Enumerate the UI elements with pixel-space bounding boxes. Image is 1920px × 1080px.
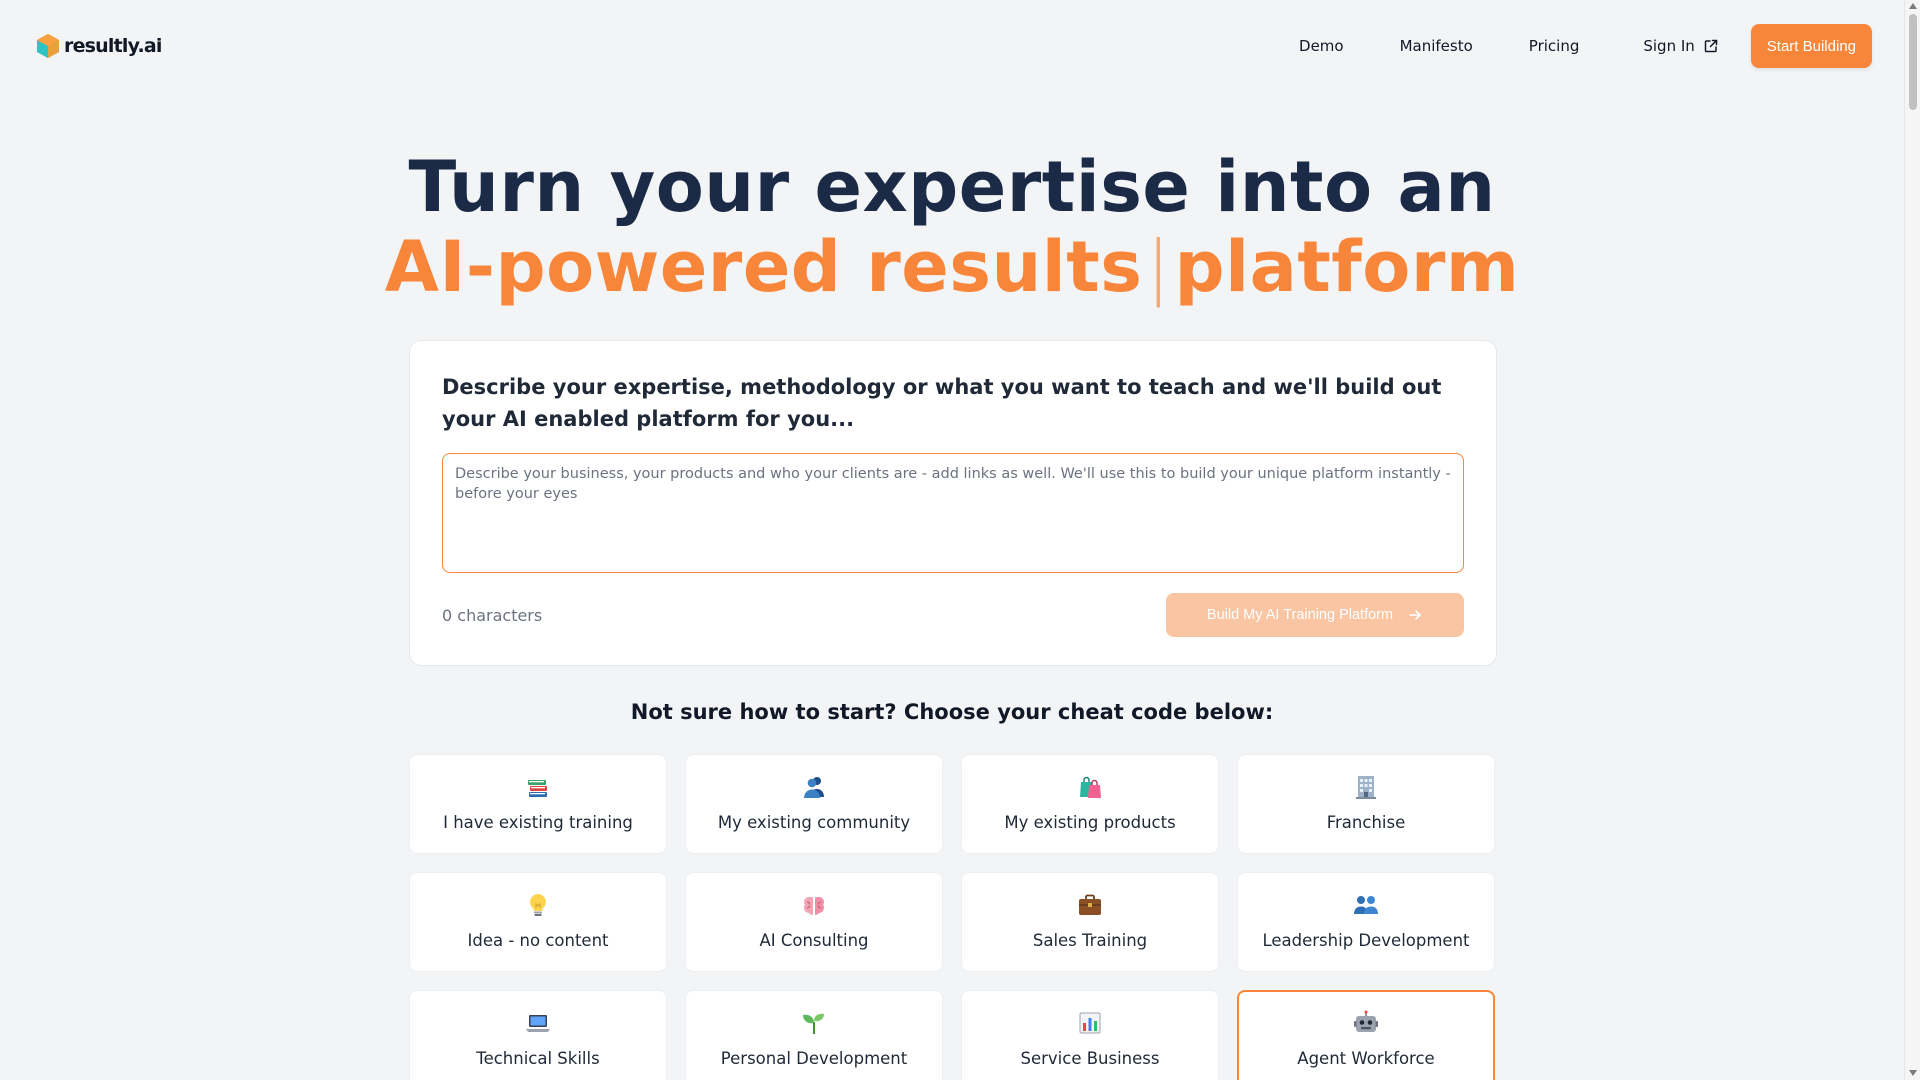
hero-headline: Turn your expertise into an <box>408 146 1496 228</box>
cheat-code-existing-products[interactable]: My existing products <box>961 754 1219 854</box>
briefcase-icon <box>1076 891 1104 919</box>
cheat-code-label: Technical Skills <box>476 1049 600 1068</box>
hero-highlight: AI-powered results|platform <box>0 226 1904 308</box>
character-count: 0 characters <box>442 605 543 625</box>
cheat-code-technical-skills[interactable]: Technical Skills <box>409 990 667 1080</box>
cheat-code-label: My existing products <box>1004 813 1176 832</box>
cheat-code-grid: I have existing training My existing com… <box>409 754 1497 1080</box>
cheat-code-franchise[interactable]: Franchise <box>1237 754 1495 854</box>
logo-text: resultly.ai <box>64 35 162 57</box>
sign-in-label: Sign In <box>1643 37 1695 55</box>
cheat-code-leadership-development[interactable]: Leadership Development <box>1237 872 1495 972</box>
external-link-icon <box>1704 39 1718 53</box>
brain-icon <box>800 891 828 919</box>
nav-link-manifesto[interactable]: Manifesto <box>1400 37 1473 55</box>
cheat-code-label: My existing community <box>717 813 911 832</box>
cheat-code-sales-training[interactable]: Sales Training <box>961 872 1219 972</box>
scroll-thumb[interactable] <box>1909 14 1917 110</box>
cheat-code-label: Franchise <box>1326 813 1406 832</box>
cheat-code-label: Agent Workforce <box>1297 1049 1435 1068</box>
lightbulb-icon <box>524 891 552 919</box>
builder-footer: 0 characters Build My AI Training Platfo… <box>442 593 1464 637</box>
sign-in-link[interactable]: Sign In <box>1643 37 1718 55</box>
people-icon <box>800 773 828 801</box>
cheat-code-label: I have existing training <box>443 813 633 832</box>
laptop-icon <box>524 1009 552 1037</box>
cheat-code-personal-development[interactable]: Personal Development <box>685 990 943 1080</box>
builder-card: Describe your expertise, methodology or … <box>409 340 1497 666</box>
typing-cursor: | <box>1146 226 1171 308</box>
build-platform-label: Build My AI Training Platform <box>1206 607 1394 623</box>
bar-chart-icon <box>1076 1009 1104 1037</box>
shopping-bags-icon <box>1076 773 1104 801</box>
scroll-up-arrow-icon[interactable] <box>1909 3 1917 9</box>
cheat-code-label: Personal Development <box>720 1049 908 1068</box>
cheat-code-label: Service Business <box>1020 1049 1160 1068</box>
page-scrollbar[interactable] <box>1904 0 1920 1080</box>
scroll-down-arrow-icon[interactable] <box>1909 1070 1917 1076</box>
cheat-code-existing-community[interactable]: My existing community <box>685 754 943 854</box>
site-header: resultly.ai Demo Manifesto Pricing Sign … <box>0 0 1904 92</box>
cheat-code-heading: Not sure how to start? Choose your cheat… <box>630 700 1274 724</box>
cheat-code-ai-consulting[interactable]: AI Consulting <box>685 872 943 972</box>
office-building-icon <box>1352 773 1380 801</box>
start-building-button[interactable]: Start Building <box>1750 24 1872 68</box>
nav-link-pricing[interactable]: Pricing <box>1529 37 1580 55</box>
cheat-code-label: Idea - no content <box>467 931 609 950</box>
hero-highlight-suffix: platform <box>1174 226 1520 308</box>
cheat-code-idea-no-content[interactable]: Idea - no content <box>409 872 667 972</box>
cheat-code-label: Leadership Development <box>1262 931 1470 950</box>
main-nav: Demo Manifesto Pricing Sign In Start Bui… <box>1299 24 1872 68</box>
cheat-code-label: Sales Training <box>1032 931 1148 950</box>
cheat-code-existing-training[interactable]: I have existing training <box>409 754 667 854</box>
logo[interactable]: resultly.ai <box>36 33 162 59</box>
cheat-code-service-business[interactable]: Service Business <box>961 990 1219 1080</box>
expertise-input[interactable] <box>442 453 1464 573</box>
seedling-icon <box>800 1009 828 1037</box>
hero-highlight-text: AI-powered results <box>384 226 1143 308</box>
books-icon <box>524 773 552 801</box>
nav-link-demo[interactable]: Demo <box>1299 37 1344 55</box>
build-platform-button[interactable]: Build My AI Training Platform <box>1166 593 1464 637</box>
cheat-code-label: AI Consulting <box>759 931 869 950</box>
logo-hexagon-icon <box>37 34 59 58</box>
group-icon <box>1352 891 1380 919</box>
arrow-right-icon <box>1409 610 1421 620</box>
cheat-code-agent-workforce[interactable]: Agent Workforce <box>1237 990 1495 1080</box>
robot-icon <box>1352 1009 1380 1037</box>
builder-title: Describe your expertise, methodology or … <box>442 375 1442 431</box>
